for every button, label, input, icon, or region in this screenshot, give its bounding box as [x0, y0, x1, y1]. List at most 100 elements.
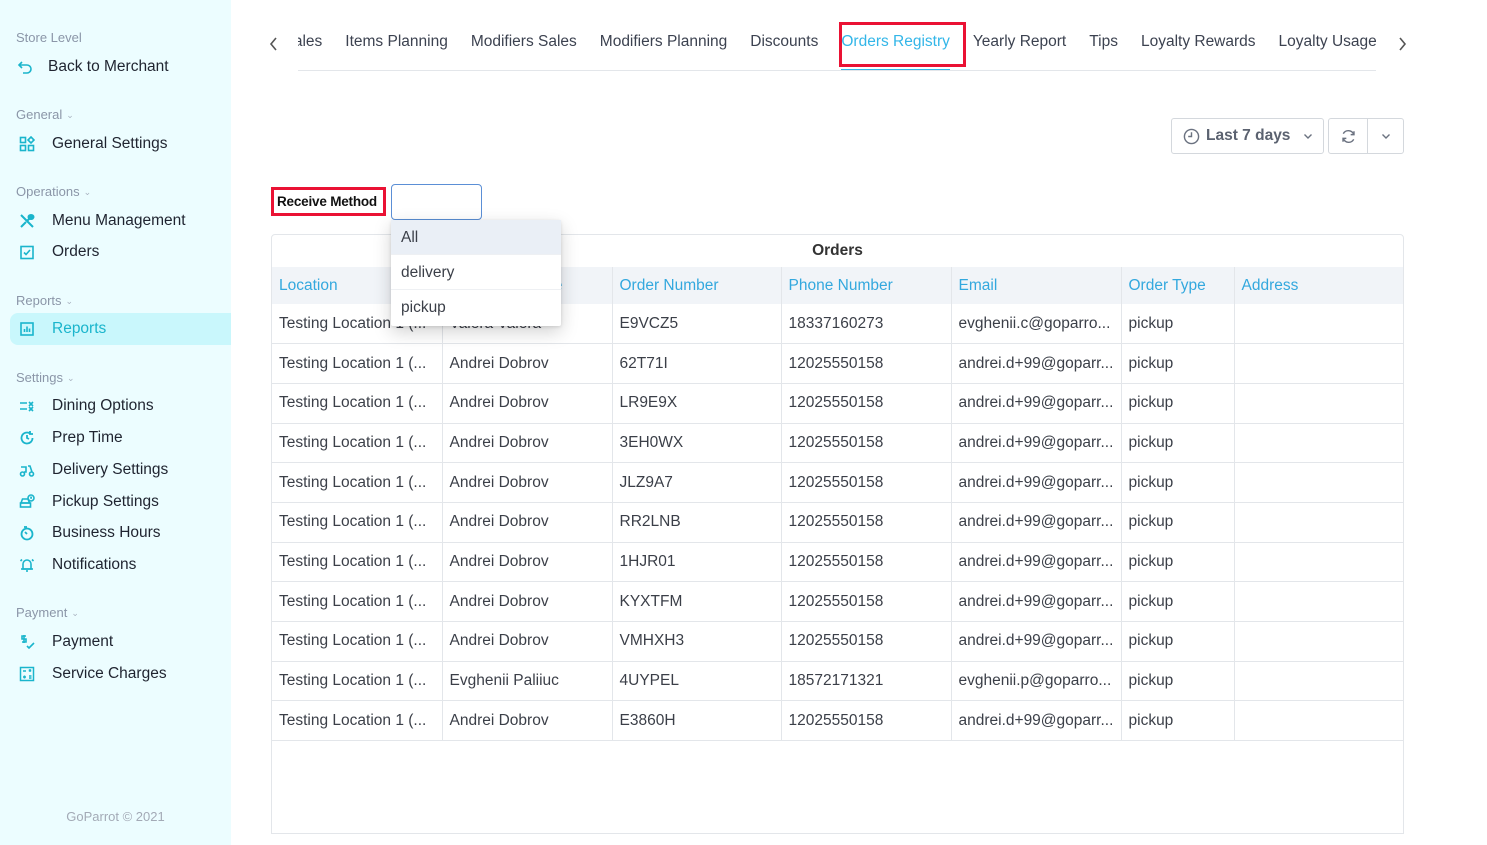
sidebar-item-business-hours[interactable]: Business Hours	[10, 517, 231, 549]
option-all[interactable]: All	[391, 220, 561, 255]
sidebar-item-orders[interactable]: Orders	[10, 236, 231, 268]
cell-email: andrei.d+99@goparr...	[951, 700, 1122, 742]
cell-address	[1234, 700, 1403, 742]
item-label: Orders	[52, 243, 100, 260]
table-row[interactable]: Testing Location 1 (... Evghenii Paliiuc 4…	[272, 661, 1403, 702]
cell-address	[1234, 621, 1403, 662]
column-header-email[interactable]: Email	[951, 267, 1122, 304]
chevron-down-icon: ⌄	[83, 187, 92, 197]
section-settings[interactable]: Settings ⌄	[16, 370, 75, 385]
tabs-scroll-left-button[interactable]	[264, 32, 284, 56]
tab-orders-registry[interactable]: Orders Registry	[830, 32, 962, 70]
tabs-scroll-right-button[interactable]	[1392, 32, 1412, 56]
sidebar-item-pickup-settings[interactable]: Pickup Settings	[10, 486, 231, 518]
refresh-button[interactable]	[1329, 119, 1368, 153]
sidebar-item-general-settings[interactable]: General Settings	[10, 128, 231, 160]
sidebar-item-dining-options[interactable]: Dining Options	[10, 390, 231, 422]
cell-order-type: pickup	[1121, 343, 1235, 384]
sidebar-item-payment[interactable]: Payment	[10, 626, 231, 658]
section-general[interactable]: General ⌄	[16, 107, 74, 122]
section-label: General	[16, 107, 63, 122]
cell-location: Testing Location 1 (...	[272, 542, 443, 583]
table-row[interactable]: Testing Location 1 (... Andrei Dobrov E386…	[272, 700, 1403, 742]
cell-order-type: pickup	[1121, 542, 1235, 583]
grid-settings-icon	[18, 135, 36, 153]
tab-modifiers-planning[interactable]: Modifiers Planning	[588, 32, 739, 56]
clipboard-check-icon	[18, 243, 36, 261]
column-header-order-type[interactable]: Order Type	[1121, 267, 1235, 304]
table-row[interactable]: Testing Location 1 (... Andrei Dobrov RR2L…	[272, 502, 1403, 543]
cell-email: andrei.d+99@goparr...	[951, 383, 1122, 424]
section-reports[interactable]: Reports ⌄	[16, 293, 73, 308]
cell-phone-number: 12025550158	[781, 581, 952, 622]
option-pickup[interactable]: pickup	[391, 290, 561, 325]
cell-customer-name: Andrei Dobrov	[442, 700, 613, 742]
receive-method-dropdown: All delivery pickup	[391, 220, 561, 326]
column-header-phone-number[interactable]: Phone Number	[781, 267, 952, 304]
refresh-button-group	[1328, 118, 1404, 154]
cell-address	[1234, 502, 1403, 543]
tab-tips[interactable]: Tips	[1078, 32, 1130, 56]
cell-email: andrei.d+99@goparr...	[951, 423, 1122, 464]
table-row[interactable]: Testing Location 1 (... Andrei Dobrov KYXT…	[272, 581, 1403, 622]
report-tabs: Sales Items Planning Modifiers Sales Mod…	[262, 22, 1416, 71]
cell-order-number: VMHXH3	[612, 621, 782, 662]
cell-phone-number: 18572171321	[781, 661, 952, 702]
back-to-merchant-link[interactable]: Back to Merchant	[8, 51, 229, 83]
tab-sales[interactable]: Sales	[298, 32, 334, 56]
cell-customer-name: Andrei Dobrov	[442, 423, 613, 464]
utensils-icon	[18, 212, 36, 230]
table-row[interactable]: Testing Location 1 (... Andrei Dobrov LR9E…	[272, 383, 1403, 424]
cell-customer-name: Andrei Dobrov	[442, 621, 613, 662]
sidebar-item-delivery-settings[interactable]: Delivery Settings	[10, 454, 231, 486]
cell-location: Testing Location 1 (...	[272, 423, 443, 464]
sidebar-item-reports[interactable]: Reports	[10, 313, 231, 345]
column-header-address[interactable]: Address	[1234, 267, 1403, 304]
item-label: Pickup Settings	[52, 493, 159, 510]
cell-customer-name: Andrei Dobrov	[442, 462, 613, 503]
sidebar-item-service-charges[interactable]: Service Charges	[10, 658, 231, 690]
sidebar-item-menu-management[interactable]: Menu Management	[10, 205, 231, 237]
table-row[interactable]: Testing Location 1 (... Andrei Dobrov 3EH0…	[272, 423, 1403, 464]
chevron-down-icon: ⌄	[65, 296, 74, 306]
cell-order-type: pickup	[1121, 462, 1235, 503]
item-label: Prep Time	[52, 429, 123, 446]
cell-email: evghenii.p@goparro...	[951, 661, 1122, 702]
section-payment[interactable]: Payment ⌄	[16, 605, 79, 620]
cell-location: Testing Location 1 (...	[272, 621, 443, 662]
cell-order-type: pickup	[1121, 423, 1235, 464]
option-delivery[interactable]: delivery	[391, 255, 561, 290]
item-label: Business Hours	[52, 524, 161, 541]
tab-loyalty-usage[interactable]: Loyalty Usage	[1267, 32, 1376, 56]
tab-modifiers-sales[interactable]: Modifiers Sales	[459, 32, 588, 56]
cell-customer-name: Andrei Dobrov	[442, 343, 613, 384]
receive-method-select[interactable]	[391, 184, 482, 220]
cell-email: andrei.d+99@goparr...	[951, 581, 1122, 622]
table-row[interactable]: Testing Location 1 (... Andrei Dobrov 62T7…	[272, 343, 1403, 384]
tab-loyalty-rewards[interactable]: Loyalty Rewards	[1129, 32, 1267, 56]
tab-items-planning[interactable]: Items Planning	[334, 32, 460, 56]
column-header-order-number[interactable]: Order Number	[612, 267, 782, 304]
date-range-picker[interactable]: Last 7 days	[1171, 118, 1324, 154]
cell-address	[1234, 542, 1403, 583]
table-row[interactable]: Testing Location 1 (... Andrei Dobrov 1HJR…	[272, 542, 1403, 583]
section-operations[interactable]: Operations ⌄	[16, 184, 91, 199]
tabs-strip: Sales Items Planning Modifiers Sales Mod…	[298, 32, 1376, 70]
date-range-label: Last 7 days	[1206, 127, 1291, 144]
cell-location: Testing Location 1 (...	[272, 661, 443, 702]
table-row[interactable]: Testing Location 1 (... Andrei Dobrov VMHX…	[272, 621, 1403, 662]
tab-discounts[interactable]: Discounts	[739, 32, 830, 56]
sidebar-item-prep-time[interactable]: Prep Time	[10, 422, 231, 454]
cell-address	[1234, 383, 1403, 424]
refresh-icon	[1341, 129, 1355, 143]
cell-order-type: pickup	[1121, 661, 1235, 702]
tab-yearly-report[interactable]: Yearly Report	[961, 32, 1077, 56]
section-label: Operations	[16, 184, 80, 199]
cell-phone-number: 12025550158	[781, 542, 952, 583]
cell-email: andrei.d+99@goparr...	[951, 502, 1122, 543]
sidebar-item-notifications[interactable]: Notifications	[10, 549, 231, 581]
table-row[interactable]: Testing Location 1 (... Andrei Dobrov JLZ9…	[272, 462, 1403, 503]
cell-order-number: JLZ9A7	[612, 462, 782, 503]
refresh-options-dropdown[interactable]	[1368, 119, 1403, 153]
chevron-left-icon	[269, 37, 277, 51]
